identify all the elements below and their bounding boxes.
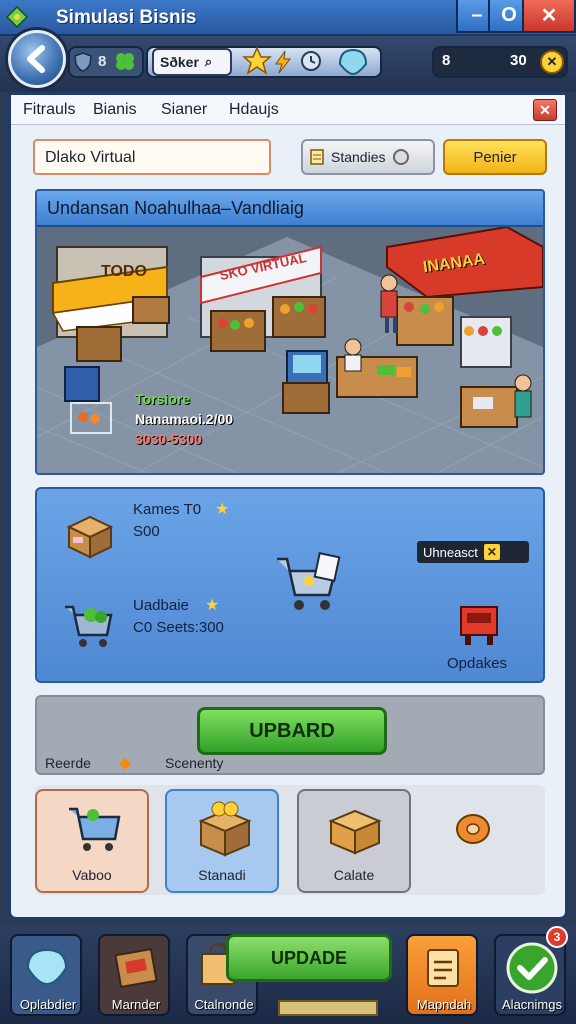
stats-store-name: Torsiore [135,391,190,407]
card-crate[interactable]: Calate [297,789,411,893]
back-arrow-icon [27,45,45,73]
card-label: Stanadi [198,867,246,883]
dock-label: Mapndah [416,997,472,1012]
back-button[interactable] [8,30,66,88]
target-icon [393,149,410,165]
store-left-sign: TODO [101,263,147,280]
lightning-icon[interactable] [274,50,292,74]
scene-header: Undansan Noahulhaa–Vandliaig [37,191,543,227]
menu-item-2[interactable]: Bianis [93,101,137,119]
stats-store-line: Nanamaoi.2/00 [135,411,234,427]
main-panel: Fitrauls Bianis Sianer Hdaujs ✕ Dlako Vi… [8,92,568,920]
item1-value: S00 [133,523,160,540]
menu-item-3[interactable]: Sianer [161,101,207,119]
window-title: Simulasi Bisnis [56,7,197,28]
flame-icon: ◆ [119,755,132,772]
store-name-field[interactable]: Dlako Virtual [33,139,271,175]
unlock-label: Uhneasct [423,544,478,560]
note-icon [310,149,324,165]
shield-icon [74,52,92,72]
stats-store-price: 3030-5300 [135,431,202,447]
dock-item-2[interactable]: Marnder [98,934,170,1016]
basket-icon [69,807,121,851]
dock-label: Ctalnonde [194,997,254,1012]
item2-star-icon: ★ [205,597,220,614]
panel-close-button[interactable]: ✕ [533,99,557,121]
item2-value: C0 Seets:300 [133,619,224,636]
gem-icon[interactable] [336,46,370,78]
penier-button[interactable]: Penier [443,139,547,175]
update-info-label: Opdakes [447,655,508,672]
card-label: Vaboo [72,867,112,883]
tape-roll-icon[interactable] [453,809,493,849]
item2-title: Uadbaie [133,597,189,614]
search-icon: ⌕ [204,54,213,69]
standies-button[interactable]: Standies [301,139,435,175]
upgrade-button[interactable]: UPBARD [197,707,387,755]
item1-title: Kames T0 [133,501,202,518]
clock-icon[interactable] [300,50,322,72]
window-title-bar: Simulasi Bisnis – O ✕ [0,0,576,36]
standies-label: Standies [331,149,386,165]
clover-icon [116,53,134,70]
unlock-close-icon: ✕ [483,544,500,560]
menu-bar: Fitrauls Bianis Sianer Hdaujs ✕ [11,95,565,125]
dock-label: Marnder [111,997,161,1012]
gift-box-icon [198,801,252,857]
card-cart[interactable]: Vaboo [35,789,149,893]
package-icon [114,947,158,989]
app-logo-icon [6,6,28,28]
shopping-cart-icon[interactable] [273,551,343,615]
item-info-panel: Kames T0 ★ S00 Uadbaie ★ C0 Seets:300 Uh… [35,487,545,683]
dock-update-button[interactable]: UPDADE [226,934,392,982]
checkmark-icon [506,942,558,994]
upgrade-right-label: Scenenty [165,755,224,771]
notification-badge: 3 [546,926,568,948]
crystal-icon [26,948,68,986]
upgrade-left-label: Reerde [45,755,91,771]
card-gift-box[interactable]: Stanadi [165,789,279,893]
progress-strip [278,1000,378,1016]
category-cards: Vaboo Stanadi Calate [35,785,545,895]
unlock-chip[interactable]: Uhneasct ✕ [417,541,529,563]
upgrade-section: UPBARD Reerde ◆ Scenenty [35,695,545,775]
hud-left-value: 8 [98,53,107,70]
search-chip-label: Sðker [160,54,199,70]
star-icon[interactable] [242,46,272,76]
search-chip[interactable]: Sðker ⌕ [152,48,232,76]
dock-label: Alacnimgs [502,997,562,1012]
currency-label: 8 [442,52,451,69]
menu-item-1[interactable]: Fitrauls [23,101,75,119]
gift-machine-icon[interactable] [457,601,501,647]
dock-item-4[interactable]: Mapndah [406,934,478,1016]
dock-item-1[interactable]: Oplabdier [10,934,82,1016]
coin-add-icon[interactable]: ✕ [540,50,564,74]
store-scene: Undansan Noahulhaa–Vandliaig TODO SKO VI… [35,189,545,475]
dock-label: Oplabdier [19,997,77,1012]
crate-icon [328,809,382,855]
card-label: Calate [333,867,375,883]
currency-value: 30 [510,52,527,69]
clipboard-icon [427,949,459,987]
cart-icon [65,605,113,647]
box-icon [66,515,114,559]
close-window-button[interactable]: ✕ [522,0,576,33]
item1-star-icon: ★ [215,501,230,518]
menu-item-4[interactable]: Hdaujs [229,101,279,119]
